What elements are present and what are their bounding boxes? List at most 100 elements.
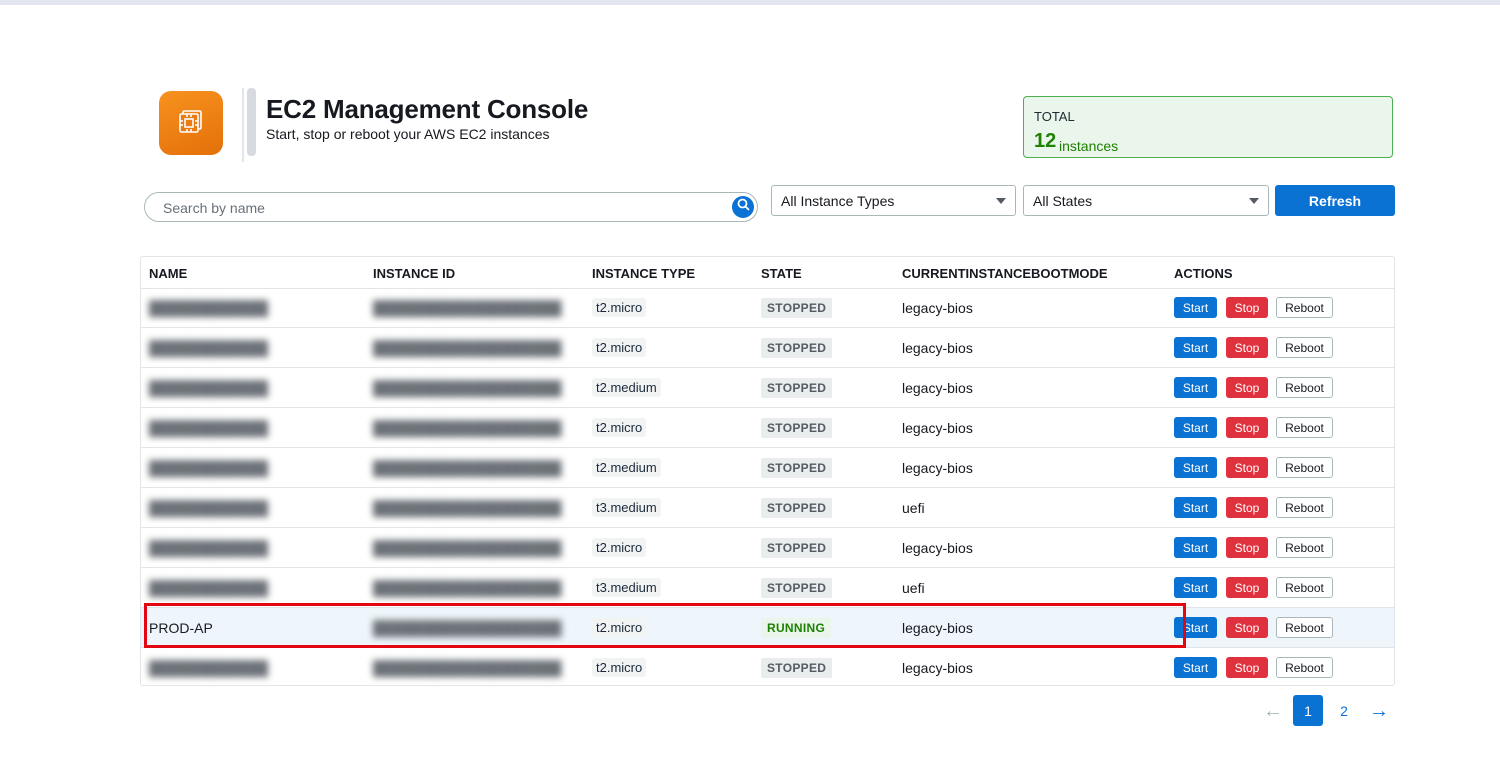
status-badge: STOPPED <box>761 657 833 678</box>
reboot-button[interactable]: Reboot <box>1276 417 1333 438</box>
start-button[interactable]: Start <box>1174 337 1217 358</box>
column-header-boot-mode: CURRENTINSTANCEBOOTMODE <box>902 266 1108 281</box>
start-button[interactable]: Start <box>1174 417 1217 438</box>
instance-type-badge: t2.micro <box>592 338 647 357</box>
cell-instance-id: ███████████████████ <box>373 528 561 567</box>
cell-name: ████████████ <box>149 648 268 687</box>
cell-instance-id: ███████████████████ <box>373 328 561 367</box>
reboot-button[interactable]: Reboot <box>1276 617 1333 638</box>
reboot-button[interactable]: Reboot <box>1276 297 1333 318</box>
header-divider-accent <box>247 88 256 156</box>
search-input[interactable] <box>161 193 725 223</box>
instance-type-badge: t2.medium <box>592 378 661 397</box>
cell-boot-mode: legacy-bios <box>902 299 973 316</box>
stop-button[interactable]: Stop <box>1226 617 1268 638</box>
table-row[interactable]: ████████████ ███████████████████ t2.medium… <box>141 448 1394 488</box>
instance-type-select[interactable]: All Instance Types <box>771 185 1016 216</box>
refresh-button[interactable]: Refresh <box>1275 185 1395 216</box>
stop-button[interactable]: Stop <box>1226 577 1268 598</box>
total-label: TOTAL <box>1034 109 1075 124</box>
page-button-2[interactable]: 2 <box>1329 695 1359 726</box>
instance-type-badge: t2.micro <box>592 618 647 637</box>
stop-button[interactable]: Stop <box>1226 457 1268 478</box>
total-count: 12 <box>1034 130 1057 152</box>
start-button[interactable]: Start <box>1174 297 1217 318</box>
cell-name: ████████████ <box>149 368 268 407</box>
page-subtitle: Start, stop or reboot your AWS EC2 insta… <box>266 126 550 142</box>
cell-boot-mode: legacy-bios <box>902 619 973 636</box>
start-button[interactable]: Start <box>1174 577 1217 598</box>
cell-name: ████████████ <box>149 448 268 487</box>
start-button[interactable]: Start <box>1174 497 1217 518</box>
table-row[interactable]: ████████████ ███████████████████ t2.medium… <box>141 368 1394 408</box>
arrow-left-icon[interactable]: ← <box>1262 700 1284 722</box>
column-header-instance-type: INSTANCE TYPE <box>592 266 696 281</box>
cell-state: RUNNING <box>761 608 832 647</box>
status-badge: STOPPED <box>761 457 833 478</box>
cell-boot-mode: legacy-bios <box>902 659 973 676</box>
cell-state: STOPPED <box>761 488 833 527</box>
reboot-button[interactable]: Reboot <box>1276 497 1333 518</box>
reboot-button[interactable]: Reboot <box>1276 457 1333 478</box>
cell-state: STOPPED <box>761 328 833 367</box>
reboot-button[interactable]: Reboot <box>1276 337 1333 358</box>
stop-button[interactable]: Stop <box>1226 497 1268 518</box>
stop-button[interactable]: Stop <box>1226 657 1268 678</box>
cell-boot-mode: uefi <box>902 579 925 596</box>
table-row[interactable]: ████████████ ███████████████████ t2.micro S… <box>141 328 1394 368</box>
table-row[interactable]: ████████████ ███████████████████ t3.medium… <box>141 488 1394 528</box>
start-button[interactable]: Start <box>1174 457 1217 478</box>
table-row[interactable]: ████████████ ███████████████████ t3.medium… <box>141 568 1394 608</box>
redacted-instance-id: ███████████████████ <box>373 379 562 396</box>
table-row[interactable]: ████████████ ███████████████████ t2.micro S… <box>141 528 1394 568</box>
reboot-button[interactable]: Reboot <box>1276 577 1333 598</box>
stop-button[interactable]: Stop <box>1226 297 1268 318</box>
start-button[interactable]: Start <box>1174 537 1217 558</box>
redacted-instance-id: ███████████████████ <box>373 579 562 596</box>
stop-button[interactable]: Stop <box>1226 337 1268 358</box>
start-button[interactable]: Start <box>1174 377 1217 398</box>
instance-name: PROD-AP <box>149 619 213 636</box>
redacted-name: ████████████ <box>149 659 269 676</box>
table-row[interactable]: ████████████ ███████████████████ t2.micro S… <box>141 408 1394 448</box>
state-select[interactable]: All States <box>1023 185 1269 216</box>
cell-boot-mode: legacy-bios <box>902 339 973 356</box>
cell-instance-type: t2.micro <box>592 328 647 367</box>
redacted-name: ████████████ <box>149 579 269 596</box>
status-badge: STOPPED <box>761 297 833 318</box>
reboot-button[interactable]: Reboot <box>1276 377 1333 398</box>
page-button-1[interactable]: 1 <box>1293 695 1323 726</box>
column-header-instance-id: INSTANCE ID <box>373 266 456 281</box>
cell-instance-type: t2.micro <box>592 648 647 687</box>
search-box <box>144 192 758 223</box>
cell-name: ████████████ <box>149 288 268 327</box>
cell-name: ████████████ <box>149 568 268 607</box>
stop-button[interactable]: Stop <box>1226 537 1268 558</box>
header-divider <box>242 88 244 162</box>
arrow-right-icon[interactable]: → <box>1368 700 1390 722</box>
status-badge: STOPPED <box>761 337 833 358</box>
instance-type-badge: t2.micro <box>592 418 647 437</box>
cell-instance-type: t2.medium <box>592 368 661 407</box>
reboot-button[interactable]: Reboot <box>1276 537 1333 558</box>
stop-button[interactable]: Stop <box>1226 377 1268 398</box>
state-select-value: All States <box>1033 193 1093 209</box>
table-row[interactable]: ████████████ ███████████████████ t2.micro S… <box>141 648 1394 688</box>
table-row[interactable]: ████████████ ███████████████████ t2.micro S… <box>141 288 1394 328</box>
top-bar <box>0 0 1500 5</box>
column-header-state: STATE <box>761 266 802 281</box>
instance-type-badge: t2.micro <box>592 298 647 317</box>
instance-type-badge: t2.medium <box>592 458 661 477</box>
reboot-button[interactable]: Reboot <box>1276 657 1333 678</box>
table-row[interactable]: PROD-AP ███████████████████ t2.micro RUNNIN… <box>141 608 1394 648</box>
instance-type-select-value: All Instance Types <box>781 193 895 209</box>
redacted-instance-id: ███████████████████ <box>373 459 562 476</box>
search-button[interactable] <box>732 196 754 218</box>
cell-instance-type: t2.micro <box>592 608 647 647</box>
instance-type-badge: t2.micro <box>592 658 647 677</box>
start-button[interactable]: Start <box>1174 657 1217 678</box>
stop-button[interactable]: Stop <box>1226 417 1268 438</box>
start-button[interactable]: Start <box>1174 617 1217 638</box>
search-icon <box>737 198 750 216</box>
redacted-name: ████████████ <box>149 499 269 516</box>
